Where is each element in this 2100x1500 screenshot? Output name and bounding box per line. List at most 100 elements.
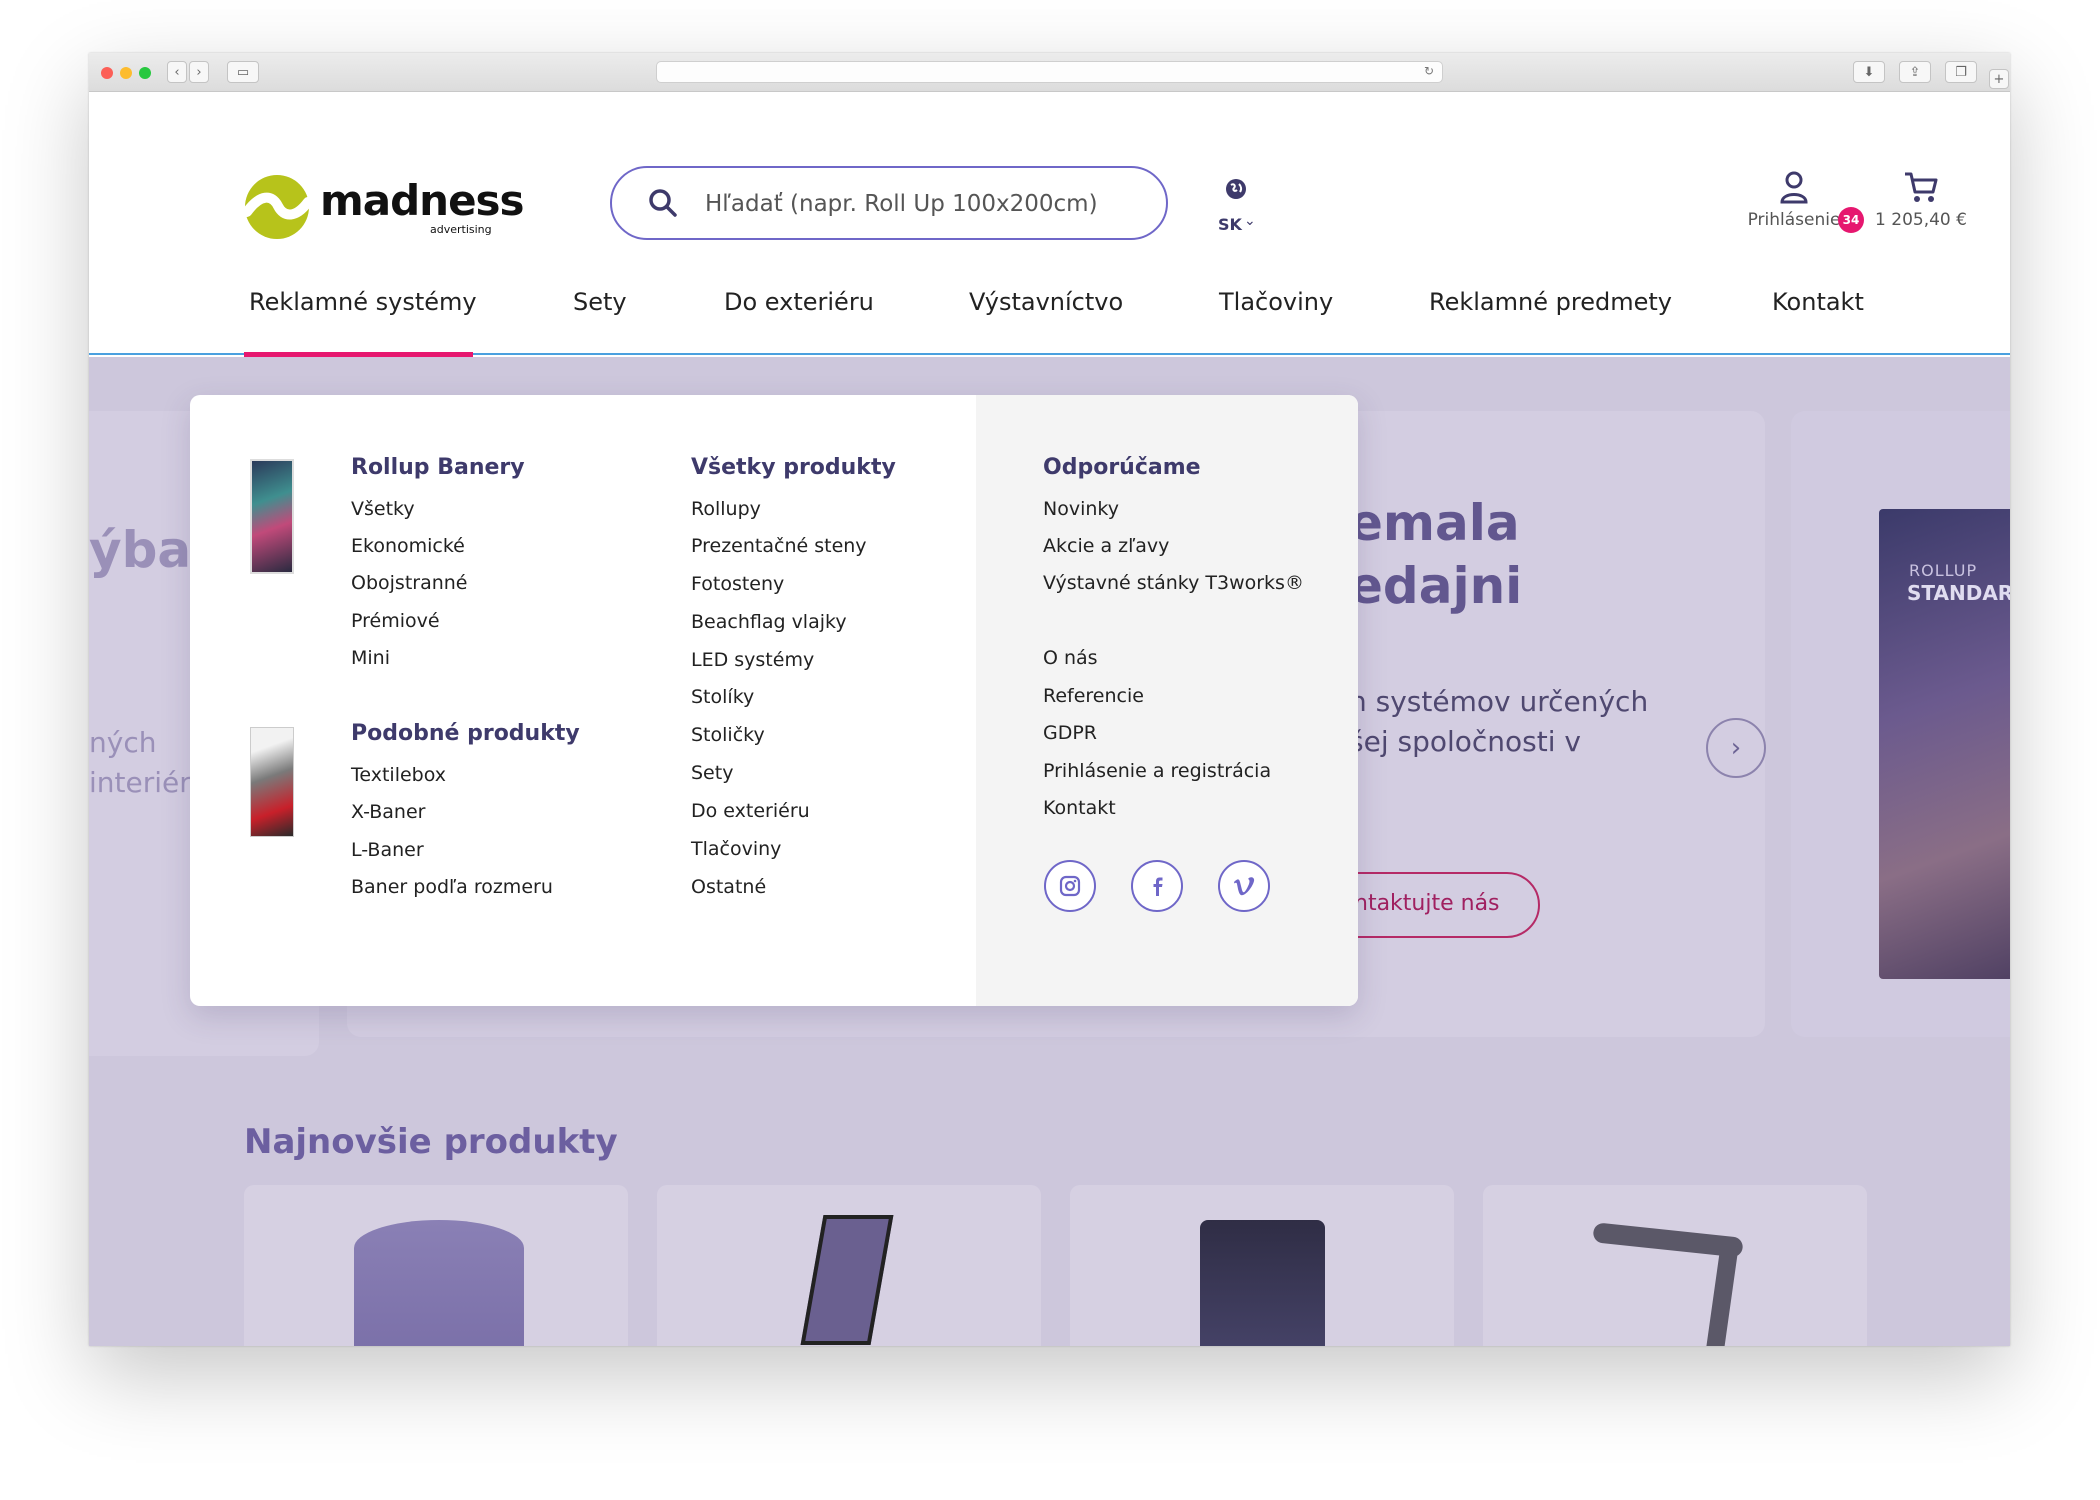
menu-item[interactable]: Mini — [351, 647, 390, 669]
menu-item[interactable]: Sety — [691, 762, 733, 784]
menu-item[interactable]: Výstavné stánky T3works® — [1043, 572, 1304, 594]
nav-item-kontakt[interactable]: Kontakt — [1772, 288, 1864, 316]
product-card[interactable] — [1070, 1185, 1454, 1346]
facebook-icon — [1153, 877, 1163, 896]
textilebox-thumbnail — [250, 727, 294, 837]
cart-link[interactable]: 1 205,40 € — [1866, 170, 1976, 230]
new-tab-button[interactable]: + — [1989, 69, 2009, 89]
vimeo-icon — [1234, 877, 1255, 896]
madness-logo[interactable]: madness advertising — [242, 172, 525, 242]
menu-item[interactable]: Do exteriéru — [691, 800, 810, 822]
mega-menu: Rollup Banery Všetky Ekonomické Obojstra… — [190, 395, 1358, 1006]
instagram-button[interactable] — [1044, 860, 1096, 912]
search-icon[interactable] — [648, 188, 678, 218]
chevron-left-icon: ‹ — [174, 64, 180, 80]
menu-item[interactable]: Stolíky — [691, 686, 754, 708]
language-selector[interactable]: SK ⌄ — [1216, 177, 1276, 237]
menu-item[interactable]: LED systémy — [691, 649, 814, 671]
rollup-thumbnail — [250, 459, 294, 574]
product-image — [800, 1215, 894, 1345]
language-label: SK — [1218, 215, 1242, 234]
product-card[interactable] — [244, 1185, 628, 1346]
downloads-button[interactable]: ⬇ — [1853, 61, 1885, 83]
tabs-icon: ❐ — [1955, 64, 1967, 80]
menu-heading-rollup[interactable]: Rollup Banery — [351, 455, 525, 480]
cart-icon — [1905, 172, 1938, 202]
minimize-window-button[interactable] — [120, 67, 132, 79]
menu-item[interactable]: L-Baner — [351, 839, 424, 861]
menu-item[interactable]: Prezentačné steny — [691, 535, 867, 557]
product-image — [1200, 1220, 1325, 1346]
menu-item[interactable]: Ekonomické — [351, 535, 465, 557]
account-link[interactable]: Prihlásenie — [1744, 170, 1844, 230]
plus-icon: + — [1993, 71, 2005, 87]
facebook-button[interactable] — [1131, 860, 1183, 912]
user-icon — [1780, 171, 1808, 204]
browser-toolbar: ‹ › ▭ ↻ ⬇ ⇪ ❐ + — [89, 53, 2010, 92]
logo-subtitle: advertising — [430, 223, 492, 236]
product-card[interactable] — [1483, 1185, 1867, 1346]
share-button[interactable]: ⇪ — [1899, 61, 1931, 83]
menu-link[interactable]: GDPR — [1043, 722, 1097, 744]
nav-item-sety[interactable]: Sety — [573, 288, 627, 316]
instagram-icon — [1059, 875, 1081, 897]
address-bar[interactable]: ↻ — [656, 61, 1443, 83]
forward-button[interactable]: › — [189, 61, 209, 83]
menu-heading-recommended[interactable]: Odporúčame — [1043, 455, 1201, 480]
share-icon: ⇪ — [1909, 64, 1921, 80]
product-card[interactable] — [657, 1185, 1041, 1346]
menu-item[interactable]: X-Baner — [351, 801, 425, 823]
menu-item[interactable]: Baner podľa rozmeru — [351, 876, 553, 898]
account-label: Prihlásenie — [1747, 210, 1841, 230]
menu-heading-similar[interactable]: Podobné produkty — [351, 721, 580, 746]
menu-item[interactable]: Prémiové — [351, 610, 440, 632]
sidebar-icon: ▭ — [236, 64, 250, 80]
back-button[interactable]: ‹ — [167, 61, 187, 83]
menu-link[interactable]: Prihlásenie a registrácia — [1043, 760, 1271, 782]
globe-icon — [1226, 179, 1246, 199]
site-header: madness advertising Hľadať (napr. Roll U… — [89, 92, 2010, 357]
chevron-down-icon: ⌄ — [1244, 213, 1256, 229]
logo-mark-icon — [242, 175, 312, 239]
reload-icon[interactable]: ↻ — [1424, 64, 1434, 78]
search-input[interactable]: Hľadať (napr. Roll Up 100x200cm) — [610, 166, 1168, 240]
menu-link[interactable]: Kontakt — [1043, 797, 1116, 819]
maximize-window-button[interactable] — [139, 67, 151, 79]
mega-menu-recommended-panel — [976, 395, 1358, 1006]
section-title: Najnovšie produkty — [244, 1122, 618, 1162]
tabs-button[interactable]: ❐ — [1945, 61, 1977, 83]
chevron-right-icon: › — [196, 64, 202, 80]
menu-item[interactable]: Fotosteny — [691, 573, 784, 595]
product-image — [354, 1220, 524, 1346]
menu-item[interactable]: Stoličky — [691, 724, 765, 746]
nav-item-tlacoviny[interactable]: Tlačoviny — [1219, 288, 1333, 316]
vimeo-button[interactable] — [1218, 860, 1270, 912]
browser-window: ‹ › ▭ ↻ ⬇ ⇪ ❐ + ýbat ných interiér emala… — [89, 53, 2010, 1346]
cart-total: 1 205,40 € — [1875, 210, 1967, 230]
close-window-button[interactable] — [101, 67, 113, 79]
download-icon: ⬇ — [1863, 64, 1875, 80]
nav-item-do-exterieru[interactable]: Do exteriéru — [724, 288, 874, 316]
nav-item-reklamne-predmety[interactable]: Reklamné predmety — [1429, 288, 1672, 316]
nav-item-reklamne-systemy[interactable]: Reklamné systémy — [249, 288, 477, 316]
menu-link[interactable]: O nás — [1043, 647, 1098, 669]
menu-item[interactable]: Tlačoviny — [691, 838, 781, 860]
page: ýbat ných interiér emala edajni h systém… — [89, 92, 2010, 1346]
menu-item[interactable]: Akcie a zľavy — [1043, 535, 1169, 557]
sidebar-toggle-button[interactable]: ▭ — [227, 61, 259, 83]
menu-item[interactable]: Rollupy — [691, 498, 761, 520]
nav-item-vystavnictvo[interactable]: Výstavníctvo — [969, 288, 1123, 316]
menu-heading-all[interactable]: Všetky produkty — [691, 455, 896, 480]
menu-item[interactable]: Obojstranné — [351, 572, 468, 594]
menu-item[interactable]: Novinky — [1043, 498, 1119, 520]
menu-item[interactable]: Všetky — [351, 498, 415, 520]
menu-item[interactable]: Ostatné — [691, 876, 766, 898]
menu-caret — [430, 395, 466, 396]
logo-wordmark: madness — [320, 176, 525, 225]
menu-item[interactable]: Textilebox — [351, 764, 446, 786]
search-placeholder: Hľadať (napr. Roll Up 100x200cm) — [705, 191, 1098, 217]
product-image-leg — [1705, 1244, 1739, 1346]
cart-count-badge: 34 — [1838, 207, 1864, 233]
menu-link[interactable]: Referencie — [1043, 685, 1144, 707]
menu-item[interactable]: Beachflag vlajky — [691, 611, 847, 633]
